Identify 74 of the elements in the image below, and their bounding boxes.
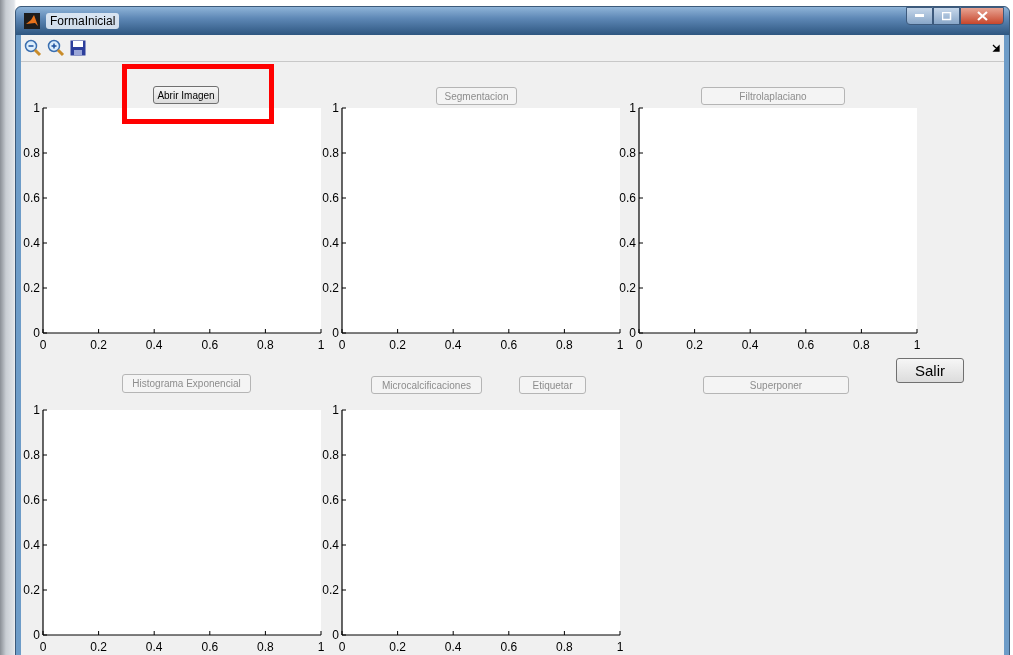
maximize-icon xyxy=(941,11,952,21)
tick-label: 1 xyxy=(332,403,339,417)
tick-label: 0.8 xyxy=(853,338,870,352)
tick-label: 0 xyxy=(39,640,47,654)
tick-label: 1 xyxy=(913,338,921,352)
app-logo-icon xyxy=(24,13,40,29)
maximize-button[interactable] xyxy=(933,7,960,25)
tick-label: 0.2 xyxy=(686,338,703,352)
tick-label: 0.8 xyxy=(23,448,40,462)
tick-label: 0.4 xyxy=(444,338,462,352)
tick-label: 0.8 xyxy=(619,146,636,160)
tick-label: 0.6 xyxy=(23,191,40,205)
minimize-button[interactable] xyxy=(906,7,933,25)
tick-label: 0 xyxy=(332,628,339,642)
tick-label: 0.6 xyxy=(201,338,219,352)
tick-label: 1 xyxy=(629,101,636,115)
window-title: FormaInicial xyxy=(46,13,120,29)
tick-label: 0.4 xyxy=(322,538,339,552)
tick-label: 0.2 xyxy=(90,338,107,352)
tick-label: 0.8 xyxy=(257,338,274,352)
tick-label: 0.6 xyxy=(619,191,636,205)
minimize-icon xyxy=(914,14,925,18)
tick-label: 0.2 xyxy=(619,281,636,295)
tick-label: 0.6 xyxy=(500,640,518,654)
close-button[interactable] xyxy=(960,7,1004,25)
tick-label: 0.8 xyxy=(257,640,274,654)
tick-label: 0.6 xyxy=(23,493,40,507)
dock-arrow-icon[interactable] xyxy=(992,44,1000,52)
tick-label: 0 xyxy=(39,338,47,352)
tick-label: 0 xyxy=(338,640,346,654)
tick-label: 0 xyxy=(33,628,40,642)
tick-label: 0.2 xyxy=(322,281,339,295)
tick-label: 0.4 xyxy=(145,338,163,352)
tick-label: 1 xyxy=(616,640,624,654)
tick-label: 0.8 xyxy=(556,338,573,352)
tick-label: 0 xyxy=(629,326,636,340)
tick-label: 0.4 xyxy=(619,236,636,250)
tick-label: 0.6 xyxy=(500,338,518,352)
tick-label: 0.2 xyxy=(389,338,406,352)
tick-label: 1 xyxy=(317,338,325,352)
tick-label: 0.4 xyxy=(23,236,40,250)
tick-label: 0 xyxy=(338,338,346,352)
tick-label: 0.4 xyxy=(322,236,339,250)
tick-label: 1 xyxy=(332,101,339,115)
action-button[interactable]: Abrir Imagen xyxy=(153,86,219,104)
tick-label: 0.2 xyxy=(322,583,339,597)
tick-label: 0.2 xyxy=(389,640,406,654)
tick-label: 1 xyxy=(317,640,325,654)
tick-label: 0.2 xyxy=(90,640,107,654)
save-icon[interactable] xyxy=(70,40,86,56)
tick-label: 0.2 xyxy=(23,281,40,295)
tick-label: 0.4 xyxy=(145,640,163,654)
tick-label: 0.6 xyxy=(322,493,339,507)
close-icon xyxy=(976,11,988,21)
tick-label: 0.8 xyxy=(23,146,40,160)
zoom-out-icon[interactable] xyxy=(24,39,42,57)
zoom-in-icon[interactable] xyxy=(47,39,65,57)
tick-label: 0.6 xyxy=(201,640,219,654)
tick-label: 0 xyxy=(33,326,40,340)
tick-label: 0.8 xyxy=(322,146,339,160)
tick-label: 1 xyxy=(33,403,40,417)
tick-label: 0.4 xyxy=(23,538,40,552)
tick-label: 0.2 xyxy=(23,583,40,597)
tick-label: 1 xyxy=(616,338,624,352)
tick-label: 0.4 xyxy=(444,640,462,654)
tick-label: 0.4 xyxy=(741,338,759,352)
tick-label: 0.8 xyxy=(556,640,573,654)
tick-label: 0 xyxy=(332,326,339,340)
tick-label: 0.6 xyxy=(322,191,339,205)
tick-label: 0.6 xyxy=(797,338,815,352)
tick-label: 1 xyxy=(33,101,40,115)
exit-button[interactable]: Salir xyxy=(896,358,964,383)
tick-label: 0 xyxy=(635,338,643,352)
tick-label: 0.8 xyxy=(322,448,339,462)
